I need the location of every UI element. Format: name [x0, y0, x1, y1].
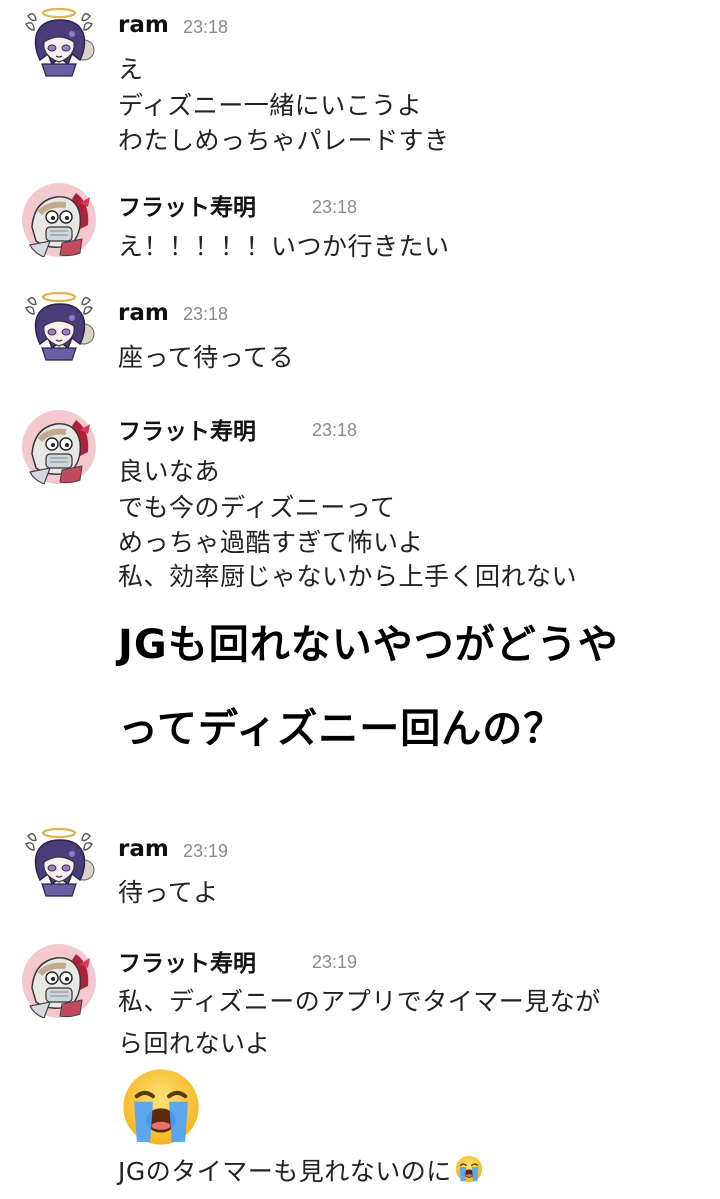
timestamp: 23:19 [312, 952, 358, 972]
ram-avatar-icon [22, 290, 96, 364]
ram-avatar-icon [22, 826, 96, 900]
message-text: 良いなあ [118, 457, 221, 486]
message-text: 座って待ってる [118, 343, 295, 372]
username[interactable]: フラット寿明 [118, 188, 256, 222]
timestamp: 23:18 [183, 17, 229, 37]
flat-avatar-icon [22, 183, 96, 257]
timestamp: 23:18 [312, 197, 358, 217]
flat-avatar-icon [22, 410, 96, 484]
large-message-text: ってディズニー回んの？ [118, 706, 565, 752]
loudly-crying-face-icon [454, 1154, 484, 1190]
avatar[interactable] [22, 944, 96, 1018]
avatar[interactable] [22, 6, 96, 80]
avatar[interactable] [22, 290, 96, 364]
avatar[interactable] [22, 183, 96, 257]
timestamp: 23:19 [183, 841, 229, 861]
message-text: 待ってよ [118, 878, 219, 907]
avatar[interactable] [22, 410, 96, 484]
message-text: でも今のディズニーって [118, 493, 396, 522]
message-text-content: JGのタイマーも見れないのに [118, 1157, 452, 1186]
username[interactable]: ram [118, 836, 169, 862]
avatar[interactable] [22, 826, 96, 900]
username[interactable]: ram [118, 12, 169, 38]
timestamp: 23:18 [183, 304, 229, 324]
loudly-crying-face-icon [118, 1064, 204, 1154]
flat-avatar-icon [22, 944, 96, 1018]
message-text: JGのタイマーも見れないのに [118, 1152, 484, 1190]
username[interactable]: フラット寿明 [118, 412, 256, 446]
message-text: え [118, 55, 144, 84]
ram-avatar-icon [22, 6, 96, 80]
message-text: 私、効率厨じゃないから上手く回れない [118, 562, 578, 591]
message-text: めっちゃ過酷すぎて怖いよ [118, 528, 424, 557]
message-text: わたしめっちゃパレードすき [118, 126, 450, 155]
message-text: 私、ディズニーのアプリでタイマー見なが [118, 987, 601, 1016]
message-text: ら回れないよ [118, 1029, 271, 1058]
username[interactable]: フラット寿明 [118, 944, 256, 978]
message-text: ディズニー一緒にいこうよ [118, 91, 423, 120]
timestamp: 23:18 [312, 420, 358, 440]
large-message-text: JGも回れないやつがどうや [118, 622, 619, 668]
message-text: え！！！！！いつか行きたい [118, 232, 450, 261]
username[interactable]: ram [118, 300, 169, 326]
